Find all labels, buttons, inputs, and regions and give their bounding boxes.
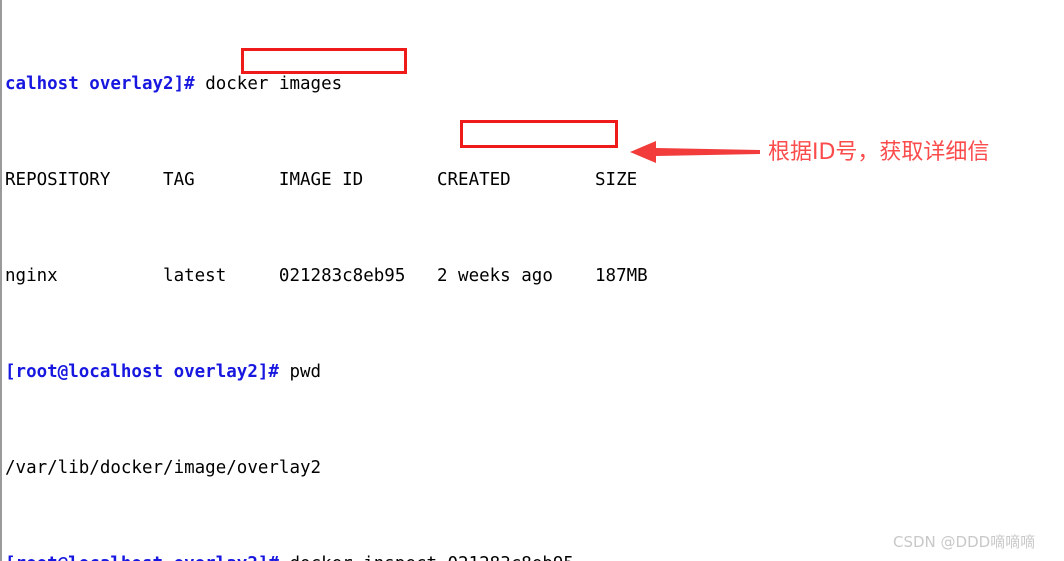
shell-command: pwd bbox=[278, 362, 322, 382]
terminal-line: nginx latest 021283c8eb95 2 weeks ago 18… bbox=[5, 266, 648, 286]
terminal-output[interactable]: calhost overlay2]# docker images REPOSIT… bbox=[5, 0, 1064, 561]
terminal-line: [root@localhost overlay2]# docker inspec… bbox=[5, 552, 1064, 561]
shell-prompt: [root@localhost overlay2]# bbox=[5, 554, 279, 561]
left-arrow-icon bbox=[630, 141, 760, 163]
shell-command: docker images bbox=[194, 74, 343, 94]
terminal-left-border bbox=[0, 0, 2, 561]
shell-command: docker inspect 021283c8eb95 bbox=[279, 554, 573, 561]
csdn-watermark: CSDN @DDD嘀嘀嘀 bbox=[893, 533, 1036, 551]
terminal-line: REPOSITORY TAG IMAGE ID CREATED SIZE bbox=[5, 170, 638, 190]
shell-prompt: calhost overlay2]# bbox=[5, 74, 195, 94]
terminal-line: [root@localhost overlay2]# pwd bbox=[5, 360, 1064, 384]
shell-prompt: [root@localhost overlay2]# bbox=[5, 362, 279, 382]
terminal-line: calhost overlay2]# docker images bbox=[5, 72, 1064, 96]
terminal-screenshot: calhost overlay2]# docker images REPOSIT… bbox=[0, 0, 1064, 561]
terminal-line: /var/lib/docker/image/overlay2 bbox=[5, 458, 322, 478]
annotation-note: 根据ID号，获取详细信 bbox=[768, 140, 990, 165]
